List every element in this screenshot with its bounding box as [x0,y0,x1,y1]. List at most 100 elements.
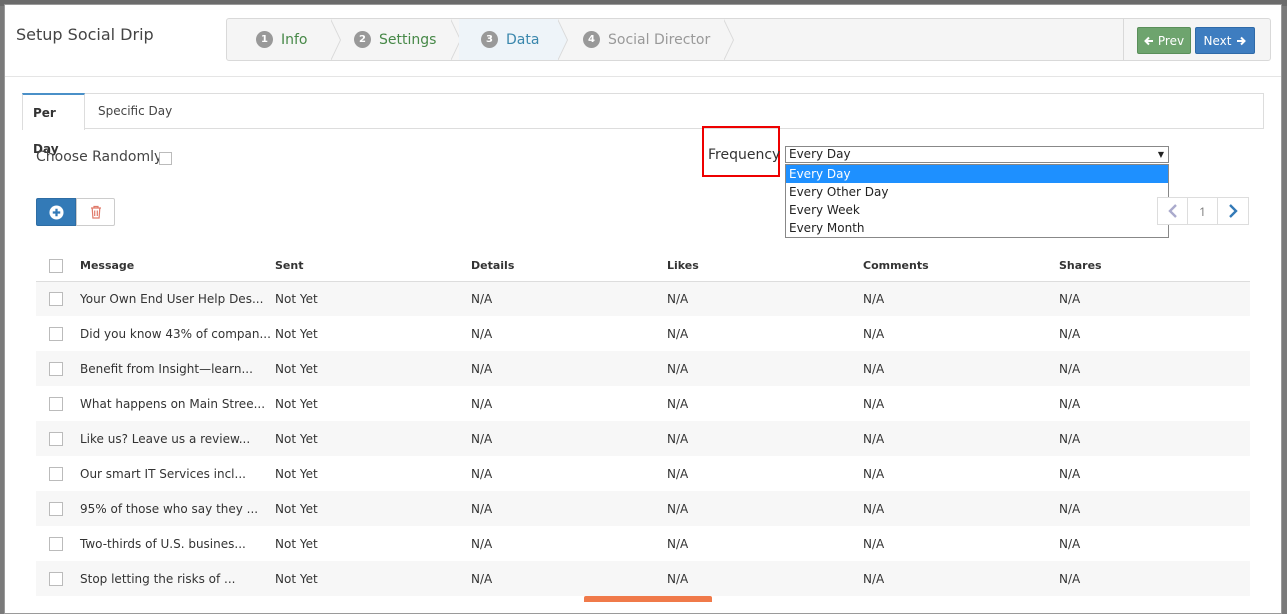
details-cell: N/A [471,291,493,306]
likes-cell: N/A [667,431,689,446]
select-all-checkbox[interactable] [49,258,63,273]
column-header-shares[interactable]: Shares [1056,251,1250,282]
table-row[interactable]: Did you know 43% of compan... Not Yet N/A N… [36,316,1250,351]
row-select-cell [36,456,77,491]
frequency-option[interactable]: Every Month [786,219,1168,237]
row-checkbox[interactable] [49,431,63,446]
details-cell: N/A [471,466,493,481]
column-header-message[interactable]: Message [77,251,272,282]
row-checkbox[interactable] [49,292,63,306]
plus-circle-icon [48,204,64,220]
frequency-option[interactable]: Every Day [786,165,1168,183]
table-header-row: Message Sent Details Likes Comments Shar… [36,251,1250,282]
row-checkbox[interactable] [49,326,63,341]
pager-prev-button[interactable] [1157,197,1187,225]
table-row[interactable]: Two-thirds of U.S. busines... Not Yet N/A N… [36,526,1250,561]
comments-cell: N/A [863,291,885,306]
sent-cell: Not Yet [275,501,318,516]
modal-body: Per Day Specific Day Choose Randomly Fre… [22,93,1266,613]
likes-cell: N/A [667,396,689,411]
step-label: Social Director [608,31,711,48]
details-cell: N/A [471,571,493,586]
details-cell: N/A [471,501,493,516]
row-select-cell [36,561,77,596]
details-cell: N/A [471,431,493,446]
shares-cell: N/A [1059,431,1081,446]
arrow-right-icon [1237,36,1247,45]
comments-cell: N/A [863,326,885,341]
shares-cell: N/A [1059,326,1081,341]
prev-label: Prev [1157,33,1185,48]
row-checkbox[interactable] [49,501,63,516]
table-row[interactable]: Benefit from Insight—learn... Not Yet N/A N… [36,351,1250,386]
shares-cell: N/A [1059,361,1081,376]
tab-specific-day[interactable]: Specific Day [88,93,182,129]
step-separator [557,19,567,60]
message-cell: Did you know 43% of compan... [80,326,271,341]
message-cell: Benefit from Insight—learn... [80,361,253,376]
row-select-cell [36,421,77,456]
next-button[interactable]: Next [1195,27,1255,54]
table-row[interactable]: Stop letting the risks of ... Not Yet N/A N… [36,561,1250,596]
shares-cell: N/A [1059,501,1081,516]
column-header-sent[interactable]: Sent [272,251,468,282]
sent-cell: Not Yet [275,571,318,586]
step-separator [330,19,340,60]
shares-cell: N/A [1059,466,1081,481]
sent-cell: Not Yet [275,291,318,306]
shares-cell: N/A [1059,291,1081,306]
delete-message-button[interactable] [76,198,115,226]
sent-cell: Not Yet [275,431,318,446]
pager-page[interactable]: 1 [1187,197,1218,225]
row-checkbox[interactable] [49,361,63,376]
step-number: 4 [583,31,600,48]
prev-button[interactable]: Prev [1137,27,1191,54]
row-checkbox[interactable] [49,571,63,586]
sent-cell: Not Yet [275,466,318,481]
step-label: Info [281,31,308,48]
trash-icon [90,205,101,219]
row-select-cell [36,526,77,561]
likes-cell: N/A [667,501,689,516]
message-cell: Stop letting the risks of ... [80,571,236,586]
likes-cell: N/A [667,361,689,376]
table-row[interactable]: 95% of those who say they ... Not Yet N/A N… [36,491,1250,526]
tab-per-day[interactable]: Per Day [22,93,85,156]
table-row[interactable]: What happens on Main Stree... Not Yet N/A N… [36,386,1250,421]
tab-bar: Per Day Specific Day [22,93,1264,156]
setup-social-drip-modal: Setup Social Drip 1 Info 2 Settings 3 Da… [4,4,1282,614]
pager-next-button[interactable] [1218,197,1249,225]
step-separator [723,19,733,60]
table-row[interactable]: Our smart IT Services incl... Not Yet N/A N… [36,456,1250,491]
sent-cell: Not Yet [275,396,318,411]
frequency-label: Frequency [708,147,781,163]
shares-cell: N/A [1059,396,1081,411]
frequency-option[interactable]: Every Week [786,201,1168,219]
table-row[interactable]: Your Own End User Help Des... Not Yet N/A N… [36,281,1250,316]
row-checkbox[interactable] [49,466,63,481]
wizard-step-social-director[interactable]: 4 Social Director [568,19,724,60]
wizard-step-settings[interactable]: 2 Settings [341,19,451,60]
column-header-comments[interactable]: Comments [860,251,1056,282]
likes-cell: N/A [667,571,689,586]
pagination: 1 [1157,197,1249,225]
row-select-cell [36,386,77,421]
likes-cell: N/A [667,326,689,341]
column-header-likes[interactable]: Likes [664,251,860,282]
arrow-left-icon [1143,36,1153,45]
modal-title: Setup Social Drip [16,25,154,44]
bottom-action-bar[interactable] [584,596,712,602]
row-checkbox[interactable] [49,396,63,411]
column-header-details[interactable]: Details [468,251,664,282]
wizard-step-info[interactable]: 1 Info [227,19,331,60]
frequency-option[interactable]: Every Other Day [786,183,1168,201]
table-row[interactable]: Like us? Leave us a review... Not Yet N/A N… [36,421,1250,456]
choose-randomly-checkbox[interactable] [159,152,172,165]
likes-cell: N/A [667,466,689,481]
add-message-button[interactable] [36,198,76,226]
message-cell: Like us? Leave us a review... [80,431,251,446]
comments-cell: N/A [863,361,885,376]
row-checkbox[interactable] [49,536,63,551]
wizard-step-data[interactable]: 3 Data [459,19,558,60]
frequency-select[interactable]: Every Day ▼ [785,146,1169,163]
